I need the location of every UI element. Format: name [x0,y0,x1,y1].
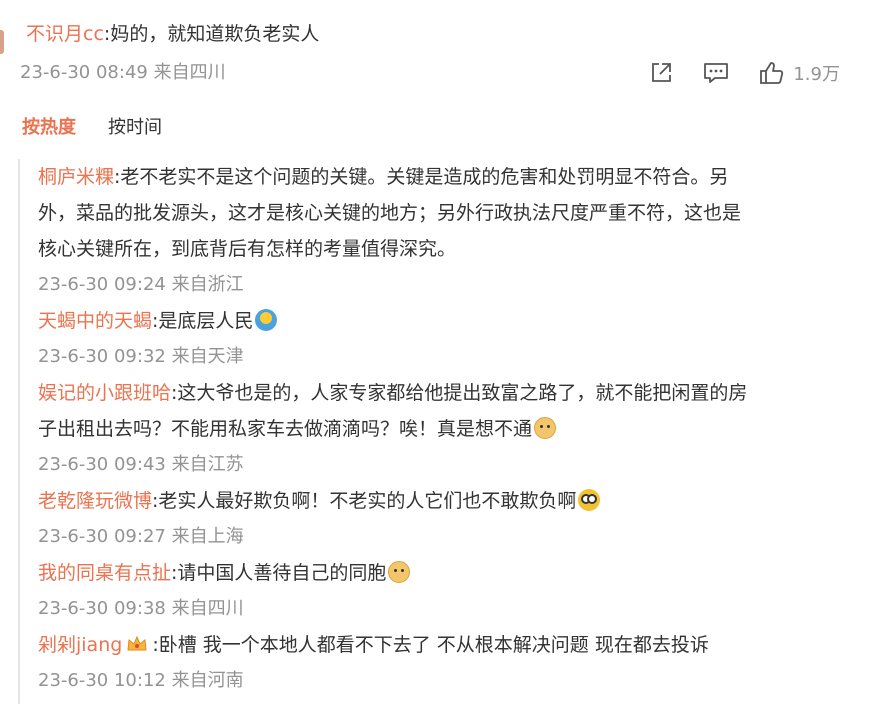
reply-text: 我的同桌有点扯:请中国人善待自己的同胞 [38,555,870,591]
crown-badge-icon [126,630,148,651]
like-count: 1.9万 [793,64,840,85]
shocked-face-icon [578,489,601,511]
share-icon [652,63,672,82]
reply-item: 娱记的小跟班哈:这大爷也是的，人家专家都给他提出致富之路了，就不能把闲置的房 子… [20,375,870,483]
reply-timestamp: 23-6-30 10:12 来自河南 [38,670,244,691]
reply-content: 老实人最好欺负啊！不老实的人它们也不敢欺负啊 [158,490,577,512]
reply-item: 剁剁jiang:卧槽 我一个本地人都看不下去了 不从根本解决问题 现在都去投诉 … [20,627,870,699]
reply-item: 天蝎中的天蝎:是底层人民 23-6-30 09:32 来自天津 [20,303,870,375]
tab-sort-time[interactable]: 按时间 [108,114,162,142]
reply-user[interactable]: 娱记的小跟班哈 [38,382,171,404]
doge-icon [534,417,557,439]
shrug-icon [255,309,278,331]
main-comment: 不识月cc:妈的，就知道欺负老实人 [26,20,866,48]
reply-text: 娱记的小跟班哈:这大爷也是的，人家专家都给他提出致富之路了，就不能把闲置的房 子… [38,375,870,447]
reply-user[interactable]: 我的同桌有点扯 [38,562,171,584]
main-comment-meta: 23-6-30 08:49 来自四川 1.9万 [20,58,860,88]
sort-tabs: 按热度 按时间 [22,114,194,142]
comment-icon [704,63,729,83]
doge-icon [388,561,411,583]
reply-content: 是底层人民 [158,310,254,332]
main-comment-timestamp: 23-6-30 08:49 来自四川 [20,62,226,83]
main-comment-user[interactable]: 不识月cc [26,23,104,45]
main-comment-text: 妈的，就知道欺负老实人 [110,23,320,45]
share-button[interactable] [649,61,673,85]
comment-button[interactable] [703,61,729,85]
avatar[interactable] [0,30,4,54]
reply-content: 请中国人善待自己的同胞 [177,562,387,584]
comment-actions: 1.9万 [649,58,840,88]
reply-timestamp: 23-6-30 09:24 来自浙江 [38,274,244,295]
reply-timestamp: 23-6-30 09:32 来自天津 [38,346,244,367]
thumbs-up-icon [760,62,784,84]
reply-content-line2: 子出租出去吗？不能用私家车去做滴滴吗？唉！真是想不通 [38,418,533,440]
reply-text: 剁剁jiang:卧槽 我一个本地人都看不下去了 不从根本解决问题 现在都去投诉 [38,627,870,663]
reply-timestamp: 23-6-30 09:43 来自江苏 [38,454,244,475]
reply-text: 桐庐米粿:老不老实不是这个问题的关键。关键是造成的危害和处罚明显不符合。另 外，… [38,159,870,267]
tab-sort-hot[interactable]: 按热度 [22,114,76,142]
reply-user[interactable]: 剁剁jiang [38,634,122,656]
reply-content-line3: 核心关键所在，到底背后有怎样的考量值得深究。 [38,238,457,260]
reply-user[interactable]: 桐庐米粿 [38,166,114,188]
reply-user[interactable]: 老乾隆玩微博 [38,490,152,512]
reply-content: 这大爷也是的，人家专家都给他提出致富之路了，就不能把闲置的房 [177,382,748,404]
reply-user[interactable]: 天蝎中的天蝎 [38,310,152,332]
reply-item: 我的同桌有点扯:请中国人善待自己的同胞 23-6-30 09:38 来自四川 [20,555,870,627]
reply-content: 老不老实不是这个问题的关键。关键是造成的危害和处罚明显不符合。另 [120,166,729,188]
reply-list: 桐庐米粿:老不老实不是这个问题的关键。关键是造成的危害和处罚明显不符合。另 外，… [18,159,870,704]
reply-text: 老乾隆玩微博:老实人最好欺负啊！不老实的人它们也不敢欺负啊 [38,483,870,519]
like-button[interactable]: 1.9万 [759,60,840,86]
reply-item: 老乾隆玩微博:老实人最好欺负啊！不老实的人它们也不敢欺负啊 23-6-30 09… [20,483,870,555]
reply-timestamp: 23-6-30 09:38 来自四川 [38,598,244,619]
reply-text: 天蝎中的天蝎:是底层人民 [38,303,870,339]
reply-item: 桐庐米粿:老不老实不是这个问题的关键。关键是造成的危害和处罚明显不符合。另 外，… [20,159,870,303]
reply-content-line2: 外，菜品的批发源头，这才是核心关键的地方；另外行政执法尺度严重不符，这也是 [38,202,742,224]
main-comment-line: 不识月cc:妈的，就知道欺负老实人 [26,20,866,48]
reply-content: 卧槽 我一个本地人都看不下去了 不从根本解决问题 现在都去投诉 [158,634,709,656]
reply-timestamp: 23-6-30 09:27 来自上海 [38,526,244,547]
